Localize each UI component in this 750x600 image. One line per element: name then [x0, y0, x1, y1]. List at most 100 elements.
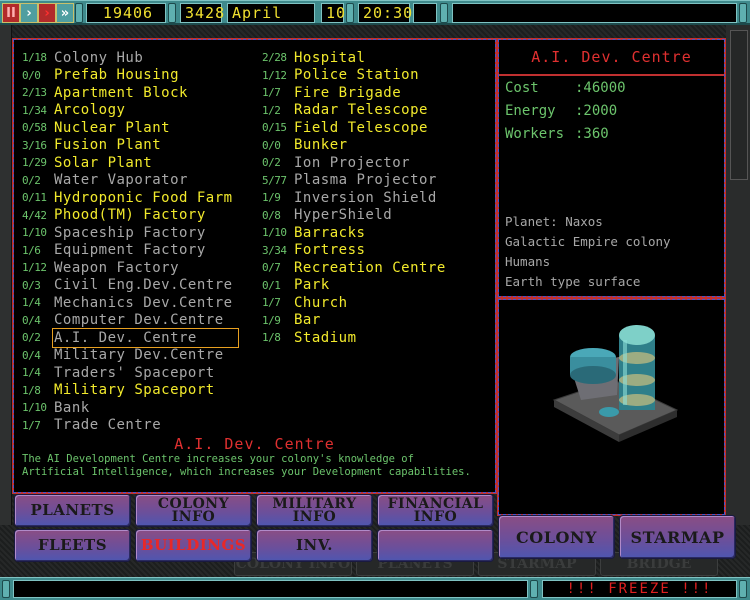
building-count: 0/3	[22, 278, 41, 292]
building-row[interactable]: 1/12 Weapon Factory	[14, 259, 179, 276]
building-row[interactable]: 5/77 Plasma Projector	[254, 172, 437, 189]
building-list-panel: 1/18 Colony Hub 0/0 Prefab Housing 2/13 Apart…	[12, 38, 497, 494]
building-row[interactable]: 3/34 Fortress	[254, 242, 365, 259]
building-row[interactable]: 0/7 Recreation Centre	[254, 259, 446, 276]
building-count: 1/8	[22, 383, 41, 397]
colony-info-button[interactable]: COLONY INFO	[135, 494, 252, 527]
building-row[interactable]: 1/8 Military Spaceport	[14, 382, 215, 399]
building-name: Solar Plant	[54, 154, 153, 171]
building-name: Spaceship Factory	[54, 224, 206, 241]
year-display: 3428	[180, 3, 224, 23]
financial-info-button[interactable]: FINANCIAL INFO	[377, 494, 494, 527]
building-count: 2/28	[262, 51, 287, 64]
frame-cap	[168, 3, 176, 23]
day-display: 10	[321, 3, 345, 23]
buildings-button[interactable]: BUILDINGS	[135, 529, 252, 562]
building-row[interactable]: 1/6 Equipment Factory	[14, 242, 206, 259]
building-row[interactable]: 1/34 Arcology	[14, 102, 125, 119]
fastest-button[interactable]: »	[56, 3, 74, 23]
frame-cap	[75, 3, 83, 23]
building-row[interactable]: 1/10 Spaceship Factory	[14, 224, 206, 241]
empty-button[interactable]	[377, 529, 494, 562]
building-row[interactable]: 2/13 Apartment Block	[14, 84, 188, 101]
building-row[interactable]: 0/8 HyperShield	[254, 207, 392, 224]
building-row[interactable]: 0/2 Water Vaporator	[14, 172, 188, 189]
building-row[interactable]: 2/28 Hospital	[254, 49, 365, 66]
building-row[interactable]: 1/8 Stadium	[254, 329, 357, 346]
building-row[interactable]: 0/11 Hydroponic Food Farm	[14, 189, 233, 206]
building-row[interactable]: 0/4 Military Dev.Centre	[14, 347, 224, 364]
inventory-button[interactable]: INV.	[256, 529, 373, 562]
planet-owner: Galactic Empire colony	[505, 234, 671, 249]
building-name: Police Station	[294, 67, 420, 83]
workers-stat: Workers:360	[505, 126, 609, 142]
workers-label: Workers	[505, 126, 565, 142]
colony-info-label-2: INFO	[171, 508, 216, 525]
energy-label: Energy	[505, 103, 556, 119]
building-count: 1/9	[262, 191, 281, 204]
building-name: Park	[294, 277, 330, 293]
building-count: 0/8	[262, 208, 281, 222]
building-count: 1/4	[22, 296, 41, 309]
building-count: 1/29	[22, 156, 47, 169]
building-count: 0/0	[22, 68, 41, 82]
building-name: Stadium	[294, 329, 357, 346]
building-row[interactable]: 0/58 Nuclear Plant	[14, 119, 170, 136]
building-name: Ion Projector	[294, 154, 411, 171]
building-count: 1/8	[262, 331, 281, 344]
building-name: A.I. Dev. Centre	[52, 327, 239, 348]
building-row[interactable]: 1/4 Traders' Spaceport	[14, 364, 215, 381]
building-count: 0/0	[262, 138, 281, 152]
building-name: Field Telescope	[294, 119, 428, 136]
building-row[interactable]: 1/7 Trade Centre	[14, 417, 161, 434]
building-count: 1/10	[22, 226, 47, 239]
building-row[interactable]: 0/3 Civil Eng.Dev.Centre	[14, 277, 233, 294]
credits-display: 19406	[86, 3, 166, 23]
play-button[interactable]: ›	[20, 3, 38, 23]
frame-cap	[739, 3, 747, 23]
building-name: Hospital	[294, 49, 366, 66]
building-row[interactable]: 0/0 Prefab Housing	[14, 67, 179, 84]
building-row[interactable]: 1/10 Barracks	[254, 224, 365, 241]
building-count: 1/4	[22, 366, 41, 379]
building-row[interactable]: 0/2 Ion Projector	[254, 154, 410, 171]
building-count: 5/77	[262, 173, 287, 187]
building-count: 1/7	[22, 418, 41, 432]
military-info-button[interactable]: MILITARY INFO	[256, 494, 373, 527]
building-row[interactable]: 0/2 A.I. Dev. Centre	[14, 327, 239, 348]
building-row[interactable]: 1/12 Police Station	[254, 67, 419, 84]
frame-cap	[739, 580, 747, 598]
colony-button[interactable]: COLONY	[498, 515, 615, 559]
building-row[interactable]: 1/9 Inversion Shield	[254, 189, 437, 206]
planets-button[interactable]: PLANETS	[14, 494, 131, 527]
building-row[interactable]: 1/2 Radar Telescope	[254, 102, 428, 119]
building-name: Barracks	[294, 224, 366, 241]
building-row[interactable]: 0/0 Bunker	[254, 137, 348, 154]
building-row[interactable]: 1/4 Mechanics Dev.Centre	[14, 294, 233, 311]
building-row[interactable]: 1/29 Solar Plant	[14, 154, 152, 171]
building-row[interactable]: 4/42 Phood(TM) Factory	[14, 207, 206, 224]
starmap-button[interactable]: STARMAP	[619, 515, 736, 559]
building-name: Mechanics Dev.Centre	[54, 294, 233, 311]
building-row[interactable]: 1/18 Colony Hub	[14, 49, 143, 66]
building-count: 0/58	[22, 121, 47, 134]
building-count: 0/4	[22, 313, 41, 327]
building-name: Hydroponic Food Farm	[54, 189, 233, 206]
building-row[interactable]: 1/9 Bar	[254, 312, 321, 329]
building-info-title: A.I. Dev. Centre	[499, 40, 724, 76]
building-row[interactable]: 0/15 Field Telescope	[254, 119, 428, 136]
building-row[interactable]: 1/7 Church	[254, 294, 348, 311]
pause-button[interactable]: II	[2, 3, 20, 23]
fleets-button[interactable]: FLEETS	[14, 529, 131, 562]
building-row[interactable]: 3/16 Fusion Plant	[14, 137, 161, 154]
financial-info-label-2: INFO	[413, 508, 458, 525]
building-name: Colony Hub	[54, 49, 144, 66]
building-row[interactable]: 1/10 Bank	[14, 399, 90, 416]
building-row[interactable]: 0/1 Park	[254, 277, 330, 294]
fast-button[interactable]: ›	[38, 3, 56, 23]
building-row[interactable]: 1/7 Fire Brigade	[254, 84, 401, 101]
building-count: 4/42	[22, 208, 47, 222]
planet-race: Humans	[505, 254, 551, 269]
building-name: Equipment Factory	[54, 242, 206, 258]
building-row[interactable]: 0/4 Computer Dev.Centre	[14, 312, 224, 329]
